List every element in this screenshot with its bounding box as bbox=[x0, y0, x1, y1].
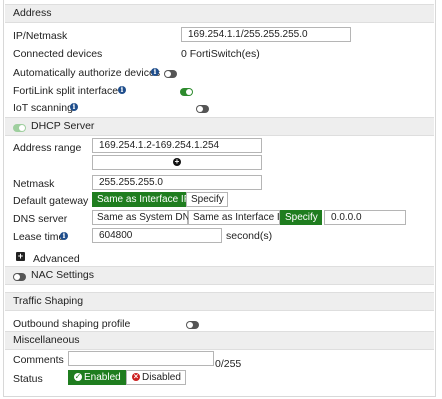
traffic-shaping-header: Traffic Shaping bbox=[5, 292, 434, 311]
add-range-row[interactable]: + bbox=[92, 155, 262, 170]
outbound-shaping-toggle[interactable] bbox=[185, 321, 199, 330]
lease-time-label: Lease time bbox=[13, 231, 65, 243]
nac-section-title: NAC Settings bbox=[31, 269, 95, 281]
comments-char-count: 0/255 bbox=[215, 358, 242, 370]
dhcp-netmask-input[interactable]: 255.255.255.0 bbox=[92, 175, 262, 190]
default-gateway-label: Default gateway bbox=[13, 195, 89, 207]
gateway-same-as-interface-button[interactable]: Same as Interface IP bbox=[92, 192, 190, 207]
ip-netmask-input[interactable]: 169.254.1.1/255.255.255.0 bbox=[181, 27, 351, 42]
dhcp-server-toggle[interactable] bbox=[13, 124, 26, 133]
address-section-header: Address bbox=[5, 4, 434, 23]
connected-devices-value: 0 FortiSwitch(es) bbox=[181, 48, 260, 60]
info-icon: i bbox=[151, 68, 159, 76]
lease-time-input[interactable]: 604800 bbox=[92, 228, 222, 243]
disabled-label: Disabled bbox=[142, 372, 181, 383]
netmask-label: Netmask bbox=[13, 178, 55, 190]
nac-section-header: NAC Settings bbox=[5, 266, 434, 285]
dns-server-input[interactable]: 0.0.0.0 bbox=[324, 210, 406, 225]
address-range-label: Address range bbox=[13, 142, 82, 154]
dns-server-label: DNS server bbox=[13, 213, 68, 225]
address-range-input[interactable]: 169.254.1.2-169.254.1.254 bbox=[92, 138, 262, 153]
dhcp-section-title: DHCP Server bbox=[31, 120, 95, 132]
address-section-title: Address bbox=[13, 7, 52, 19]
status-enabled-button[interactable]: ✓ Enabled bbox=[68, 370, 126, 385]
status-label: Status bbox=[13, 373, 43, 385]
fortilink-split-label: FortiLink split interface bbox=[13, 85, 119, 97]
fortilink-split-toggle[interactable] bbox=[179, 88, 193, 97]
auto-authorize-label: Automatically authorize devices bbox=[13, 67, 161, 79]
dns-specify-button[interactable]: Specify bbox=[280, 210, 322, 225]
plus-icon[interactable]: + bbox=[16, 252, 25, 261]
interface-settings-panel: Address IP/Netmask 169.254.1.1/255.255.2… bbox=[3, 0, 436, 397]
misc-section-header: Miscellaneous bbox=[5, 331, 434, 350]
auto-authorize-toggle[interactable] bbox=[164, 70, 177, 79]
misc-section-title: Miscellaneous bbox=[13, 334, 80, 346]
dns-same-as-interface-button[interactable]: Same as Interface IP bbox=[188, 210, 286, 225]
lease-time-unit: second(s) bbox=[226, 230, 273, 242]
plus-icon[interactable]: + bbox=[173, 158, 181, 167]
info-icon: i bbox=[60, 232, 68, 240]
comments-input[interactable] bbox=[68, 351, 214, 366]
comments-label: Comments bbox=[13, 354, 64, 366]
dhcp-section-header: DHCP Server bbox=[5, 117, 434, 136]
iot-scanning-label: IoT scanning bbox=[13, 102, 73, 114]
info-icon: i bbox=[70, 103, 78, 111]
x-circle-icon: × bbox=[132, 372, 140, 382]
info-icon: i bbox=[118, 86, 126, 94]
check-circle-icon: ✓ bbox=[74, 372, 82, 382]
nac-settings-toggle[interactable] bbox=[13, 273, 26, 282]
connected-devices-label: Connected devices bbox=[13, 48, 103, 60]
gateway-specify-button[interactable]: Specify bbox=[186, 192, 228, 207]
iot-scanning-toggle[interactable] bbox=[195, 105, 209, 114]
traffic-shaping-title: Traffic Shaping bbox=[13, 295, 84, 307]
outbound-shaping-label: Outbound shaping profile bbox=[13, 318, 131, 330]
enabled-label: Enabled bbox=[84, 372, 121, 383]
dns-same-as-system-button[interactable]: Same as System DNS bbox=[92, 210, 196, 225]
advanced-toggle-label[interactable]: Advanced bbox=[33, 253, 80, 265]
status-disabled-button[interactable]: × Disabled bbox=[126, 370, 186, 385]
ip-netmask-label: IP/Netmask bbox=[13, 30, 68, 42]
